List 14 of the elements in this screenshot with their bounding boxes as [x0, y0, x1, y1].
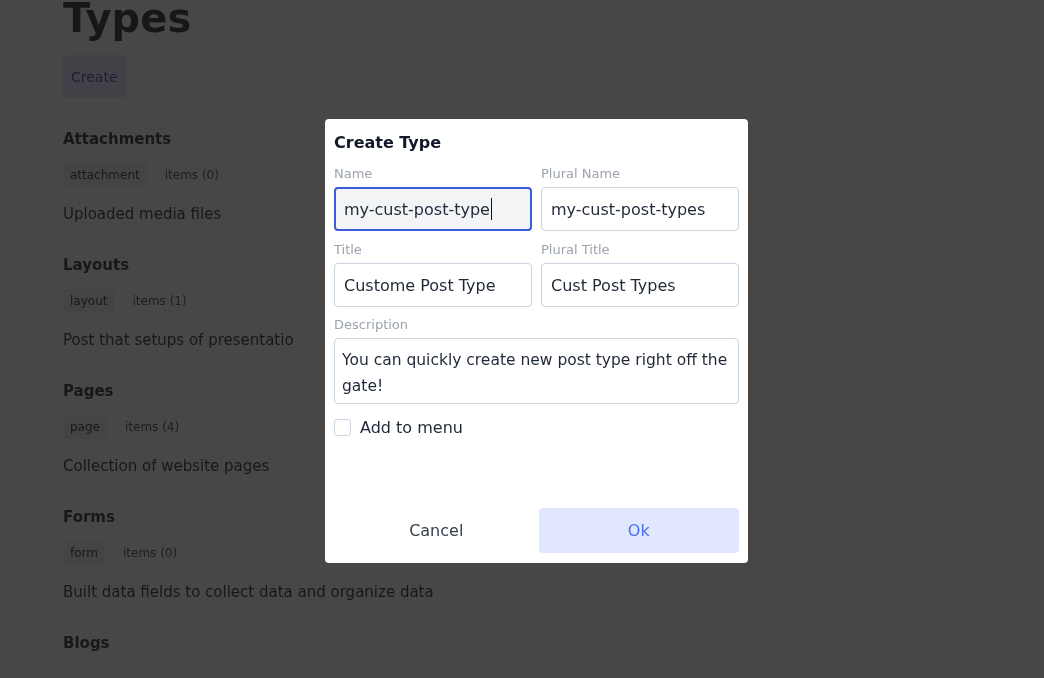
field-label: Plural Name	[541, 165, 622, 183]
field-label: Plural Title	[541, 241, 611, 259]
checkbox[interactable]	[334, 419, 351, 436]
checkbox-label: Add to menu	[360, 418, 463, 437]
description-field[interactable]: You can quickly create new post type right off the gate!	[334, 338, 739, 404]
ok-button[interactable]: Ok	[538, 508, 739, 553]
field-label: Name	[334, 165, 374, 183]
dialog-title: Create Type	[334, 132, 443, 154]
input-field[interactable]: Cust Post Types	[541, 263, 739, 307]
input-field[interactable]: Custome Post Type	[334, 263, 532, 307]
input-field[interactable]: my-cust-post-type	[334, 187, 532, 231]
field-label: Title	[334, 241, 363, 259]
input-field[interactable]: my-cust-post-types	[541, 187, 739, 231]
field-label: Description	[334, 316, 410, 334]
